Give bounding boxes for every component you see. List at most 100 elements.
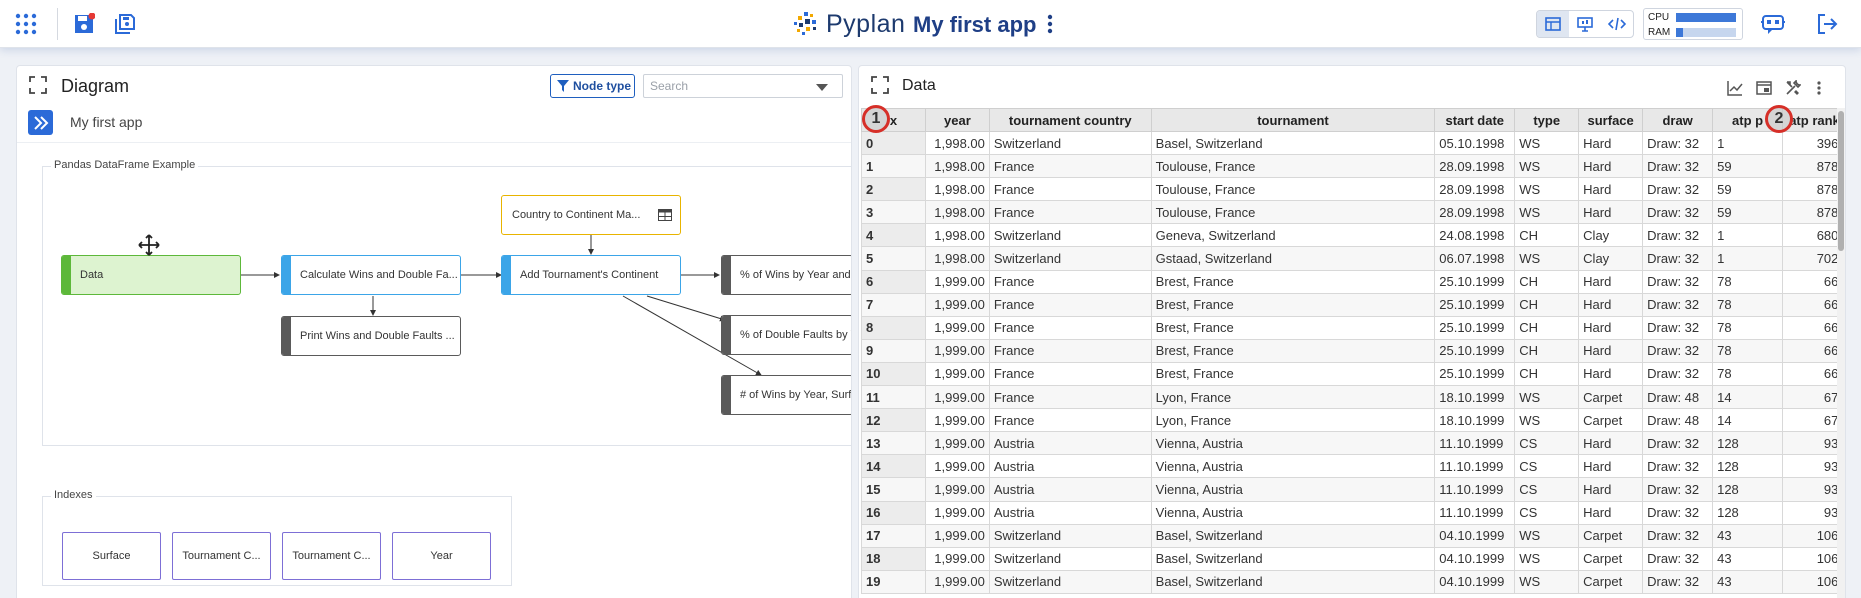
row-index-cell[interactable]: 10	[861, 361, 926, 387]
table-cell[interactable]: WS	[1514, 200, 1580, 225]
row-index-cell[interactable]: 19	[861, 569, 926, 594]
table-cell[interactable]: Hard	[1578, 477, 1644, 502]
table-cell[interactable]: Draw: 48	[1642, 408, 1714, 433]
code-view-icon[interactable]	[1601, 11, 1633, 37]
node-pct-double-faults[interactable]: % of Double Faults by Y	[721, 315, 851, 355]
table-cell[interactable]: WS	[1514, 154, 1580, 179]
table-cell[interactable]: Austria	[988, 477, 1152, 502]
table-cell[interactable]: Toulouse, France	[1150, 177, 1436, 202]
table-cell[interactable]: Switzerland	[988, 130, 1152, 156]
table-cell[interactable]: Geneva, Switzerland	[1150, 223, 1436, 248]
table-row[interactable]: 13 1,999.00 Austria Vienna, Austria 11.10.19…	[861, 431, 1845, 456]
table-cell[interactable]: 04.10.1999	[1434, 569, 1516, 594]
column-header[interactable]: surface	[1578, 108, 1644, 132]
row-index-cell[interactable]: 7	[861, 292, 926, 317]
table-cell[interactable]: Hard	[1578, 500, 1644, 525]
table-cell[interactable]: 128	[1712, 431, 1783, 456]
table-cell[interactable]: Draw: 32	[1642, 361, 1714, 387]
table-cell[interactable]: CS	[1514, 477, 1580, 502]
table-cell[interactable]: Lyon, France	[1150, 408, 1436, 433]
table-cell[interactable]: Carpet	[1578, 385, 1644, 410]
table-cell[interactable]: Toulouse, France	[1150, 154, 1436, 179]
table-cell[interactable]: 1,999.00	[924, 477, 990, 502]
table-cell[interactable]: Basel, Switzerland	[1150, 546, 1436, 571]
row-index-cell[interactable]: 15	[861, 477, 926, 502]
table-cell[interactable]: Draw: 32	[1642, 315, 1714, 340]
column-header[interactable]: draw	[1642, 108, 1714, 132]
table-cell[interactable]: 11.10.1999	[1434, 431, 1516, 456]
table-cell[interactable]: CS	[1514, 431, 1580, 456]
table-cell[interactable]: Gstaad, Switzerland	[1150, 246, 1436, 271]
table-row[interactable]: 6 1,999.00 France Brest, France 25.10.1999 CH…	[861, 269, 1845, 294]
table-cell[interactable]: Draw: 32	[1642, 546, 1714, 571]
table-cell[interactable]: Brest, France	[1150, 292, 1436, 317]
table-cell[interactable]: 128	[1712, 454, 1783, 479]
table-cell[interactable]: 78	[1712, 361, 1783, 387]
table-cell[interactable]: Hard	[1578, 177, 1644, 202]
table-cell[interactable]: Draw: 32	[1642, 338, 1714, 363]
table-cell[interactable]: France	[988, 408, 1152, 433]
table-row[interactable]: 16 1,999.00 Austria Vienna, Austria 11.10.19…	[861, 500, 1845, 525]
table-cell[interactable]: CH	[1514, 315, 1580, 340]
table-cell[interactable]: 128	[1712, 500, 1783, 525]
table-cell[interactable]: WS	[1514, 177, 1580, 202]
save-as-icon[interactable]	[112, 11, 138, 37]
table-cell[interactable]: 1,998.00	[924, 177, 990, 202]
table-cell[interactable]: WS	[1514, 546, 1580, 571]
row-index-cell[interactable]: 9	[861, 338, 926, 363]
node-add-continent[interactable]: Add Tournament's Continent	[501, 255, 681, 295]
table-cell[interactable]: 1,999.00	[924, 292, 990, 317]
table-cell[interactable]: 18.10.1999	[1434, 408, 1516, 433]
row-index-cell[interactable]: 17	[861, 523, 926, 548]
row-index-cell[interactable]: 6	[861, 269, 926, 294]
table-cell[interactable]: Hard	[1578, 200, 1644, 225]
table-cell[interactable]: Basel, Switzerland	[1150, 130, 1436, 156]
table-cell[interactable]: Draw: 32	[1642, 246, 1714, 271]
table-row[interactable]: 14 1,999.00 Austria Vienna, Austria 11.10.19…	[861, 454, 1845, 479]
table-cell[interactable]: Draw: 32	[1642, 569, 1714, 594]
table-cell[interactable]: Draw: 32	[1642, 269, 1714, 294]
table-cell[interactable]: France	[988, 315, 1152, 340]
table-cell[interactable]: 1,999.00	[924, 523, 990, 548]
table-cell[interactable]: CH	[1514, 292, 1580, 317]
table-cell[interactable]: 1,998.00	[924, 223, 990, 248]
table-row[interactable]: 5 1,998.00 Switzerland Gstaad, Switzerland 0…	[861, 246, 1845, 271]
table-cell[interactable]: Vienna, Austria	[1150, 500, 1436, 525]
window-icon[interactable]	[1756, 80, 1772, 96]
table-cell[interactable]: France	[988, 177, 1152, 202]
table-cell[interactable]: Switzerland	[988, 569, 1152, 594]
table-cell[interactable]: Clay	[1578, 246, 1644, 271]
index-node[interactable]: Year	[392, 532, 491, 580]
row-index-cell[interactable]: 14	[861, 454, 926, 479]
table-cell[interactable]: 25.10.1999	[1434, 361, 1516, 387]
table-cell[interactable]: 59	[1712, 177, 1783, 202]
table-cell[interactable]: CH	[1514, 361, 1580, 387]
table-cell[interactable]: Austria	[988, 431, 1152, 456]
table-row[interactable]: 19 1,999.00 Switzerland Basel, Switzerland 0…	[861, 569, 1845, 594]
table-cell[interactable]: WS	[1514, 246, 1580, 271]
table-cell[interactable]: 1	[1712, 246, 1783, 271]
table-cell[interactable]: CH	[1514, 269, 1580, 294]
table-cell[interactable]: WS	[1514, 385, 1580, 410]
table-cell[interactable]: 43	[1712, 523, 1783, 548]
table-cell[interactable]: Hard	[1578, 154, 1644, 179]
table-cell[interactable]: Toulouse, France	[1150, 200, 1436, 225]
table-cell[interactable]: France	[988, 154, 1152, 179]
fullscreen-icon[interactable]	[871, 76, 889, 94]
table-cell[interactable]: 78	[1712, 315, 1783, 340]
column-header[interactable]: tournament	[1150, 108, 1436, 132]
table-cell[interactable]: Hard	[1578, 130, 1644, 156]
column-header[interactable]: type	[1514, 108, 1580, 132]
table-cell[interactable]: 1,998.00	[924, 130, 990, 156]
table-row[interactable]: 4 1,998.00 Switzerland Geneva, Switzerland 2…	[861, 223, 1845, 248]
table-row[interactable]: 2 1,998.00 France Toulouse, France 28.09.199…	[861, 177, 1845, 202]
table-cell[interactable]: Carpet	[1578, 546, 1644, 571]
chart-view-icon[interactable]	[1727, 80, 1743, 96]
table-cell[interactable]: Brest, France	[1150, 315, 1436, 340]
table-cell[interactable]: 1,999.00	[924, 408, 990, 433]
table-cell[interactable]: France	[988, 361, 1152, 387]
table-cell[interactable]: Carpet	[1578, 569, 1644, 594]
index-node[interactable]: Surface	[62, 532, 161, 580]
table-row[interactable]: 9 1,999.00 France Brest, France 25.10.1999 CH…	[861, 338, 1845, 363]
table-cell[interactable]: Switzerland	[988, 546, 1152, 571]
